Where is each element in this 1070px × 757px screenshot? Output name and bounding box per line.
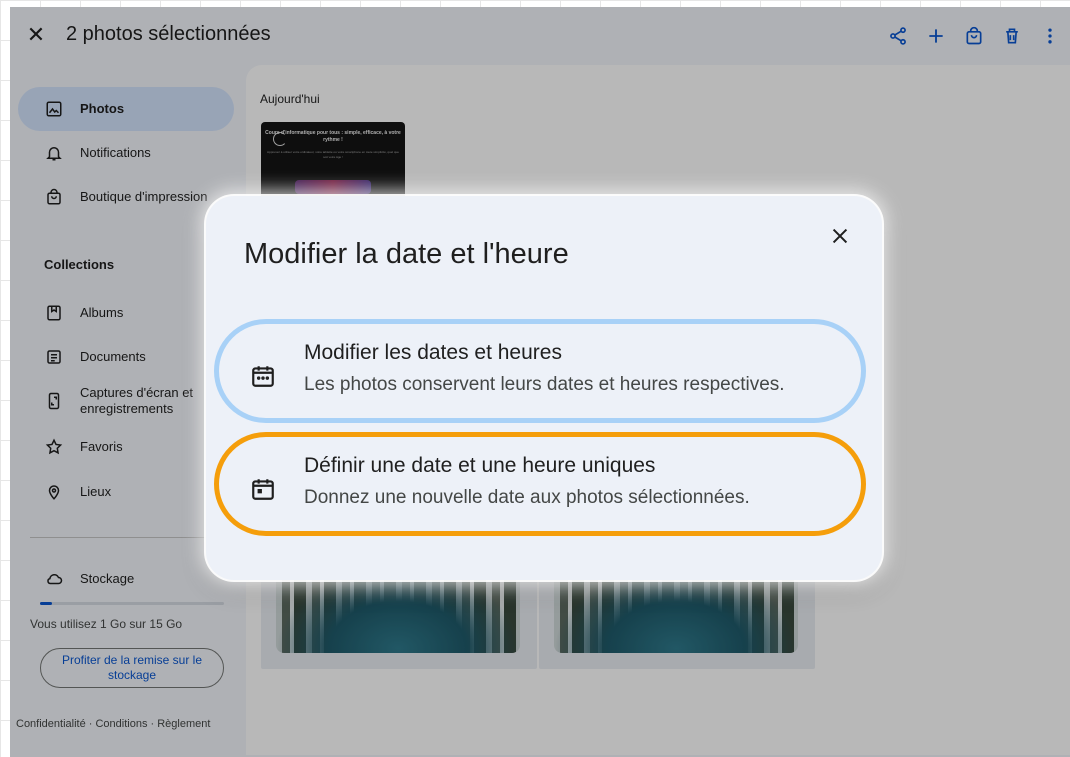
dialog-title: Modifier la date et l'heure: [244, 238, 569, 270]
edit-date-time-dialog: Modifier la date et l'heure Modifier les…: [206, 196, 882, 580]
option-shift-dates[interactable]: Modifier les dates et heures Les photos …: [214, 319, 866, 423]
option-title: Définir une date et une heure uniques: [304, 454, 656, 477]
option-description: Donnez une nouvelle date aux photos séle…: [304, 487, 750, 508]
calendar-event-icon: [249, 475, 277, 503]
close-icon[interactable]: [826, 222, 854, 250]
calendar-icon: [249, 362, 277, 390]
option-set-single-date[interactable]: Définir une date et une heure uniques Do…: [214, 432, 866, 536]
option-description: Les photos conservent leurs dates et heu…: [304, 374, 785, 395]
option-title: Modifier les dates et heures: [304, 341, 562, 364]
